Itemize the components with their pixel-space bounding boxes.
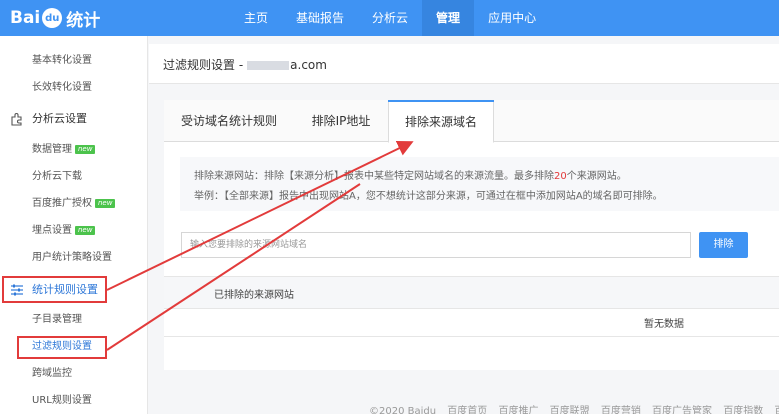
footer: ©2020 Baidu 百度首页 百度推广 百度联盟 百度营销 百度广告管家 百… [369, 402, 779, 414]
nav-app-center[interactable]: 应用中心 [474, 0, 550, 36]
sidebar-group-label: 分析云设置 [32, 112, 87, 125]
sidebar-item-data-management[interactable]: 数据管理 new [0, 139, 148, 161]
tab-visited-domain-rules[interactable]: 受访域名统计规则 [164, 100, 294, 142]
sidebar-item-label: 长效转化设置 [32, 82, 92, 93]
sidebar-item-tracking-setup[interactable]: 埋点设置 new [0, 220, 148, 242]
exclude-button[interactable]: 排除 [699, 232, 748, 258]
nav-analytics-cloud[interactable]: 分析云 [358, 0, 422, 36]
sidebar-item-label: 用户统计策略设置 [32, 252, 112, 263]
nav-basic-reports[interactable]: 基础报告 [282, 0, 358, 36]
description-box: 排除来源网站：排除【来源分析】报表中某些特定网站域名的来源流量。最多排除20个来… [180, 157, 779, 211]
sidebar-item-label: 基本转化设置 [32, 55, 92, 66]
description-line-1: 排除来源网站：排除【来源分析】报表中某些特定网站域名的来源流量。最多排除20个来… [194, 167, 765, 187]
nav-management[interactable]: 管理 [422, 0, 475, 36]
empty-row [164, 309, 779, 337]
footer-link[interactable]: 百度营销 [601, 406, 641, 414]
sidebar-item-promotion-auth[interactable]: 百度推广授权 new [0, 193, 148, 215]
tab-exclude-ip[interactable]: 排除IP地址 [294, 100, 388, 142]
source-domain-input[interactable]: 输入您要排除的来源网站域名 [181, 232, 691, 258]
tab-bar: 受访域名统计规则 排除IP地址 排除来源域名 [164, 100, 779, 143]
new-badge: new [75, 225, 96, 235]
sidebar-item-subdirectory[interactable]: 子目录管理 [0, 309, 148, 331]
sidebar-item-url-rules[interactable]: URL规则设置 [0, 390, 148, 412]
footer-link[interactable]: 百度推广 [498, 406, 538, 414]
footer-link[interactable]: 百度指数 [723, 406, 763, 414]
paw-icon: du [42, 8, 63, 28]
sidebar-group-analytics-cloud[interactable]: 分析云设置 [0, 107, 148, 131]
max-count: 20 [554, 171, 567, 182]
sidebar-item-long-conversion[interactable]: 长效转化设置 [0, 77, 148, 99]
sidebar-item-label: URL规则设置 [32, 395, 92, 406]
description-text: 排除来源网站：排除【来源分析】报表中某些特定网站域名的来源流量。最多排除 [194, 171, 554, 182]
redacted-domain [247, 61, 290, 70]
empty-state: 暂无数据 [644, 319, 684, 330]
tab-exclude-source-domain[interactable]: 排除来源域名 [388, 100, 494, 143]
sidebar-item-label: 百度推广授权 [32, 198, 92, 209]
footer-link[interactable]: 百 [774, 406, 779, 414]
description-text: 个来源网站。 [566, 171, 627, 182]
sidebar-item-user-stats-policy[interactable]: 用户统计策略设置 [0, 247, 148, 269]
new-badge: new [95, 198, 116, 208]
sidebar-item-basic-conversion[interactable]: 基本转化设置 [0, 50, 148, 72]
sidebar-item-label: 子目录管理 [32, 314, 82, 325]
sidebar-item-label: 分析云下载 [32, 171, 82, 182]
page-title-prefix: 过滤规则设置 - [163, 58, 244, 72]
footer-link[interactable]: 百度首页 [447, 406, 487, 414]
highlight-box-filter-rules [17, 336, 107, 359]
highlight-box-stat-rules [2, 276, 107, 303]
settings-panel: 受访域名统计规则 排除IP地址 排除来源域名 排除来源网站：排除【来源分析】报表… [164, 100, 779, 370]
new-badge: new [75, 144, 96, 154]
sidebar-item-label: 数据管理 [32, 144, 72, 155]
description-line-2: 举例：【全部来源】报告中出现网站A，您不想统计这部分来源，可通过在框中添加网站A… [194, 191, 663, 202]
excluded-list-header: 已排除的来源网站 [164, 276, 779, 309]
footer-link[interactable]: 百度广告管家 [652, 406, 712, 414]
logo-text: Bai [10, 8, 41, 28]
page-title-domain: a.com [290, 58, 327, 72]
sidebar-item-label: 跨域监控 [32, 368, 72, 379]
main-nav: 主页 基础报告 分析云 管理 应用中心 [230, 0, 550, 36]
sidebar-item-label: 埋点设置 [32, 225, 72, 236]
excluded-list-title: 已排除的来源网站 [214, 290, 294, 301]
footer-link[interactable]: 百度联盟 [550, 406, 590, 414]
content-header: 过滤规则设置 - a.com [149, 44, 779, 84]
sidebar-item-cross-domain[interactable]: 跨域监控 [0, 363, 148, 385]
logo-suffix: 统计 [66, 10, 101, 31]
page-title: 过滤规则设置 - a.com [163, 56, 327, 73]
footer-copyright: ©2020 Baidu [369, 406, 437, 414]
nav-home[interactable]: 主页 [230, 0, 282, 36]
top-navbar: Bai du 统计 主页 基础报告 分析云 管理 应用中心 [0, 0, 779, 36]
puzzle-icon [10, 112, 24, 126]
sidebar-item-cloud-download[interactable]: 分析云下载 [0, 166, 148, 188]
baidu-tongji-logo[interactable]: Bai du 统计 [10, 7, 101, 31]
